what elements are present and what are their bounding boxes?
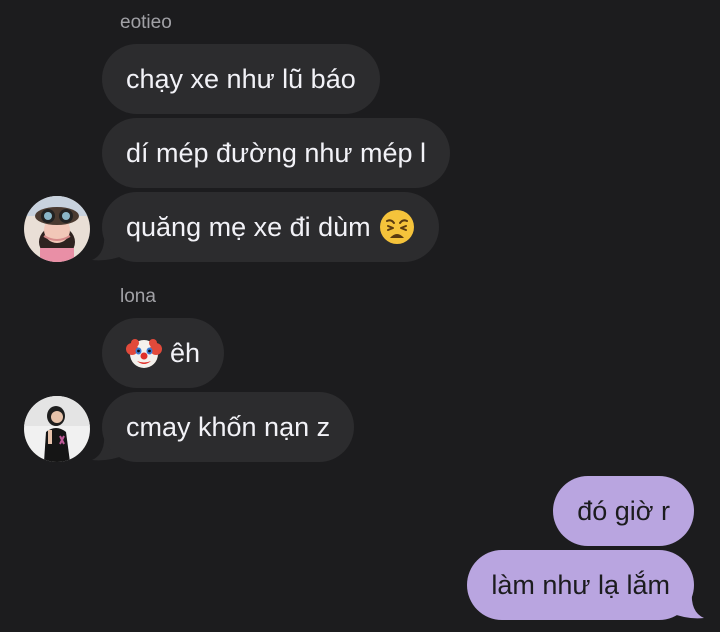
incoming-message-bubble[interactable]: cmay khốn nạn z <box>102 392 355 462</box>
incoming-message-bubble[interactable]: chạy xe như lũ báo <box>102 44 380 114</box>
avatar[interactable] <box>24 196 90 262</box>
message-text: cmay khốn nạn z <box>126 411 331 442</box>
avatar-lona-icon <box>24 396 90 462</box>
incoming-message-bubble[interactable]: quăng mẹ xe đi dùm <box>102 192 439 262</box>
message-text: êh <box>170 337 201 368</box>
outgoing-message-bubble[interactable]: làm như lạ lắm <box>467 550 694 620</box>
outgoing-message-bubble[interactable]: đó giờ r <box>553 476 694 546</box>
weary-face-icon <box>379 210 414 244</box>
incoming-message-bubble[interactable]: êh <box>102 318 225 388</box>
message-text: chạy xe như lũ báo <box>126 63 356 94</box>
avatar-eotieo-icon <box>24 196 90 262</box>
sender-name: lona <box>120 286 156 307</box>
incoming-message-bubble[interactable]: dí mép đường như mép l <box>102 118 451 188</box>
message-text: dí mép đường như mép l <box>126 137 427 168</box>
sender-name: eotieo <box>120 12 172 33</box>
message-text: làm như lạ lắm <box>491 569 670 600</box>
message-text: đó giờ r <box>577 495 670 526</box>
avatar[interactable] <box>24 396 90 462</box>
clown-face-icon <box>126 339 162 368</box>
message-text: quăng mẹ xe đi dùm <box>126 211 371 242</box>
